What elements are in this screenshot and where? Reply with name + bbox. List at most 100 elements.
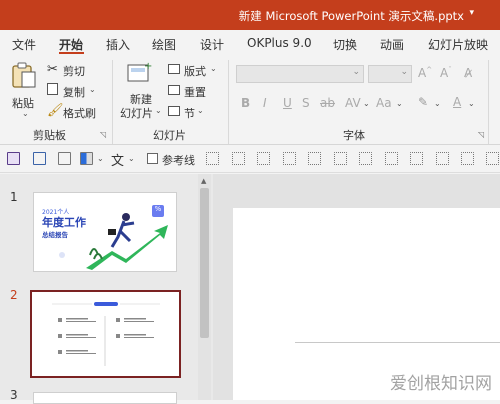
- distribute-icon[interactable]: [385, 152, 398, 165]
- dialog-launcher-icon[interactable]: ◹: [100, 130, 106, 139]
- font-size-dropdown[interactable]: ⌄: [368, 65, 412, 83]
- ribbon-divider: [112, 60, 113, 144]
- disabled-box-icon[interactable]: [58, 152, 71, 165]
- copy-button[interactable]: 复制: [63, 84, 85, 100]
- slide-number: 2: [10, 288, 18, 302]
- paste-button[interactable]: 粘贴 ⌄: [10, 61, 40, 118]
- ribbon-divider: [228, 60, 229, 144]
- chevron-down-icon[interactable]: ⌄: [363, 99, 370, 108]
- slide-thumbnail-3[interactable]: [33, 392, 177, 404]
- dialog-launcher-icon[interactable]: ◹: [478, 130, 484, 139]
- tab-home[interactable]: 开始: [59, 36, 83, 53]
- format-painter-button[interactable]: 格式刷: [63, 105, 96, 121]
- layout-dropdown-icon[interactable]: ⌄: [210, 64, 217, 73]
- guides-label: 参考线: [162, 154, 195, 167]
- strikethrough-icon[interactable]: ab: [320, 96, 335, 110]
- slide-thumbnail-2[interactable]: [30, 290, 181, 378]
- align-icon[interactable]: [232, 152, 245, 165]
- tab-file[interactable]: 文件: [12, 36, 36, 53]
- chevron-down-icon[interactable]: ⌄: [434, 99, 441, 108]
- paste-icon: [12, 62, 36, 88]
- grow-font-icon[interactable]: A^: [418, 66, 432, 80]
- layout-button[interactable]: 版式: [184, 63, 206, 79]
- active-tab-indicator: [59, 52, 84, 54]
- guides-checkbox[interactable]: [147, 153, 158, 164]
- chevron-down-icon[interactable]: ⌄: [97, 154, 104, 163]
- scroll-up-icon[interactable]: ▲: [201, 177, 206, 185]
- thumb-agenda-layout: [52, 302, 160, 366]
- tab-insert[interactable]: 插入: [106, 36, 130, 53]
- chevron-down-icon: ⌄: [155, 106, 162, 115]
- copy-icon: [47, 83, 58, 95]
- window-title: 新建 Microsoft PowerPoint 演示文稿.pptx: [238, 9, 464, 23]
- tab-design[interactable]: 设计: [200, 36, 224, 53]
- font-color-icon[interactable]: A: [453, 95, 461, 109]
- distribute-icon[interactable]: [410, 152, 423, 165]
- highlight-icon[interactable]: ✎: [418, 95, 428, 109]
- align-icon[interactable]: [206, 152, 219, 165]
- quick-toolbar: ⌄ 文 ⌄ 参考线: [0, 146, 500, 173]
- color-fill-icon[interactable]: [80, 152, 93, 165]
- scrollbar-thumb[interactable]: [200, 188, 209, 338]
- thumbnails-scrollbar[interactable]: ▲: [198, 174, 211, 400]
- copy-dropdown-icon[interactable]: ⌄: [89, 85, 96, 94]
- slide-number: 1: [10, 190, 18, 204]
- tab-slideshow[interactable]: 幻灯片放映: [428, 36, 488, 53]
- shrink-font-icon[interactable]: Aˇ: [440, 66, 452, 80]
- reset-button[interactable]: 重置: [184, 84, 206, 100]
- character-spacing-icon[interactable]: AV: [345, 96, 361, 110]
- clear-format-icon[interactable]: A̷: [464, 66, 472, 80]
- scissors-icon: ✂: [47, 62, 58, 77]
- layout-icon: [168, 64, 180, 74]
- chevron-down-icon[interactable]: ⌄: [396, 99, 403, 108]
- section-dropdown-icon[interactable]: ⌄: [197, 106, 204, 115]
- format-painter-icon: 🖌: [47, 103, 64, 118]
- align-top-icon[interactable]: [308, 152, 321, 165]
- chevron-down-icon: ⌄: [400, 67, 408, 77]
- change-case-icon[interactable]: Aa: [376, 96, 392, 110]
- ribbon: 粘贴 ⌄ ✂ 剪切 复制 ⌄ 🖌 格式刷 剪贴板 ◹ + 新建 幻灯片 ⌄ 版式…: [0, 55, 500, 145]
- new-slide-icon: +: [127, 61, 152, 82]
- underline-icon[interactable]: U: [283, 96, 292, 110]
- title-bar: 新建 Microsoft PowerPoint 演示文稿.pptx ▾: [0, 0, 500, 30]
- tab-okplus[interactable]: OKPlus 9.0: [247, 36, 312, 50]
- shadow-icon[interactable]: S: [302, 96, 310, 110]
- watermark-text: 爱创根知识网: [390, 374, 492, 394]
- frame-icon[interactable]: [33, 152, 46, 165]
- distribute-icon[interactable]: [486, 152, 499, 165]
- chevron-down-icon: ⌄: [352, 67, 360, 77]
- slide-divider-line: [295, 342, 500, 343]
- new-slide-button[interactable]: + 新建 幻灯片 ⌄: [120, 61, 162, 121]
- distribute-icon[interactable]: [436, 152, 449, 165]
- save-icon[interactable]: [7, 152, 20, 165]
- italic-icon[interactable]: I: [263, 96, 267, 110]
- title-dropdown-icon[interactable]: ▾: [469, 8, 474, 18]
- section-button[interactable]: 节: [184, 105, 195, 121]
- slide-thumbnail-1[interactable]: 2021个人 年度工作 总结报告 %: [33, 192, 177, 272]
- svg-text:+: +: [144, 61, 152, 72]
- chevron-down-icon: ⌄: [22, 109, 29, 118]
- chevron-down-icon[interactable]: ⌄: [468, 99, 475, 108]
- group-label-font: 字体: [343, 129, 365, 142]
- text-box-icon[interactable]: 文: [111, 150, 124, 169]
- tab-transitions[interactable]: 切换: [333, 36, 357, 53]
- group-label-clipboard: 剪贴板: [33, 129, 66, 142]
- new-slide-label-2: 幻灯片: [120, 107, 153, 120]
- align-bottom-icon[interactable]: [359, 152, 372, 165]
- bold-icon[interactable]: B: [241, 96, 250, 110]
- font-name-dropdown[interactable]: ⌄: [236, 65, 364, 83]
- tab-animations[interactable]: 动画: [380, 36, 404, 53]
- align-middle-icon[interactable]: [334, 152, 347, 165]
- cut-button[interactable]: 剪切: [63, 63, 85, 79]
- tab-draw[interactable]: 绘图: [152, 36, 176, 53]
- ribbon-divider: [488, 60, 489, 144]
- align-icon[interactable]: [283, 152, 296, 165]
- group-label-slides: 幻灯片: [153, 129, 186, 142]
- align-icon[interactable]: [257, 152, 270, 165]
- section-icon: [168, 106, 180, 116]
- chevron-down-icon[interactable]: ⌄: [128, 154, 135, 163]
- reset-icon: [168, 85, 180, 95]
- growth-arrow-illustration: [59, 213, 168, 270]
- slide-canvas: [213, 174, 500, 400]
- distribute-icon[interactable]: [461, 152, 474, 165]
